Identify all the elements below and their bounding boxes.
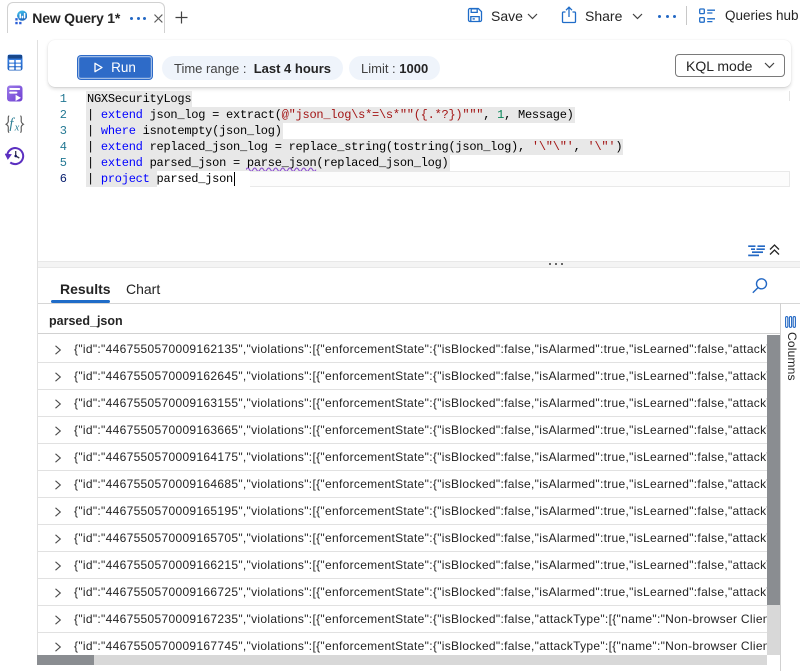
svg-text:x: x bbox=[14, 122, 20, 133]
